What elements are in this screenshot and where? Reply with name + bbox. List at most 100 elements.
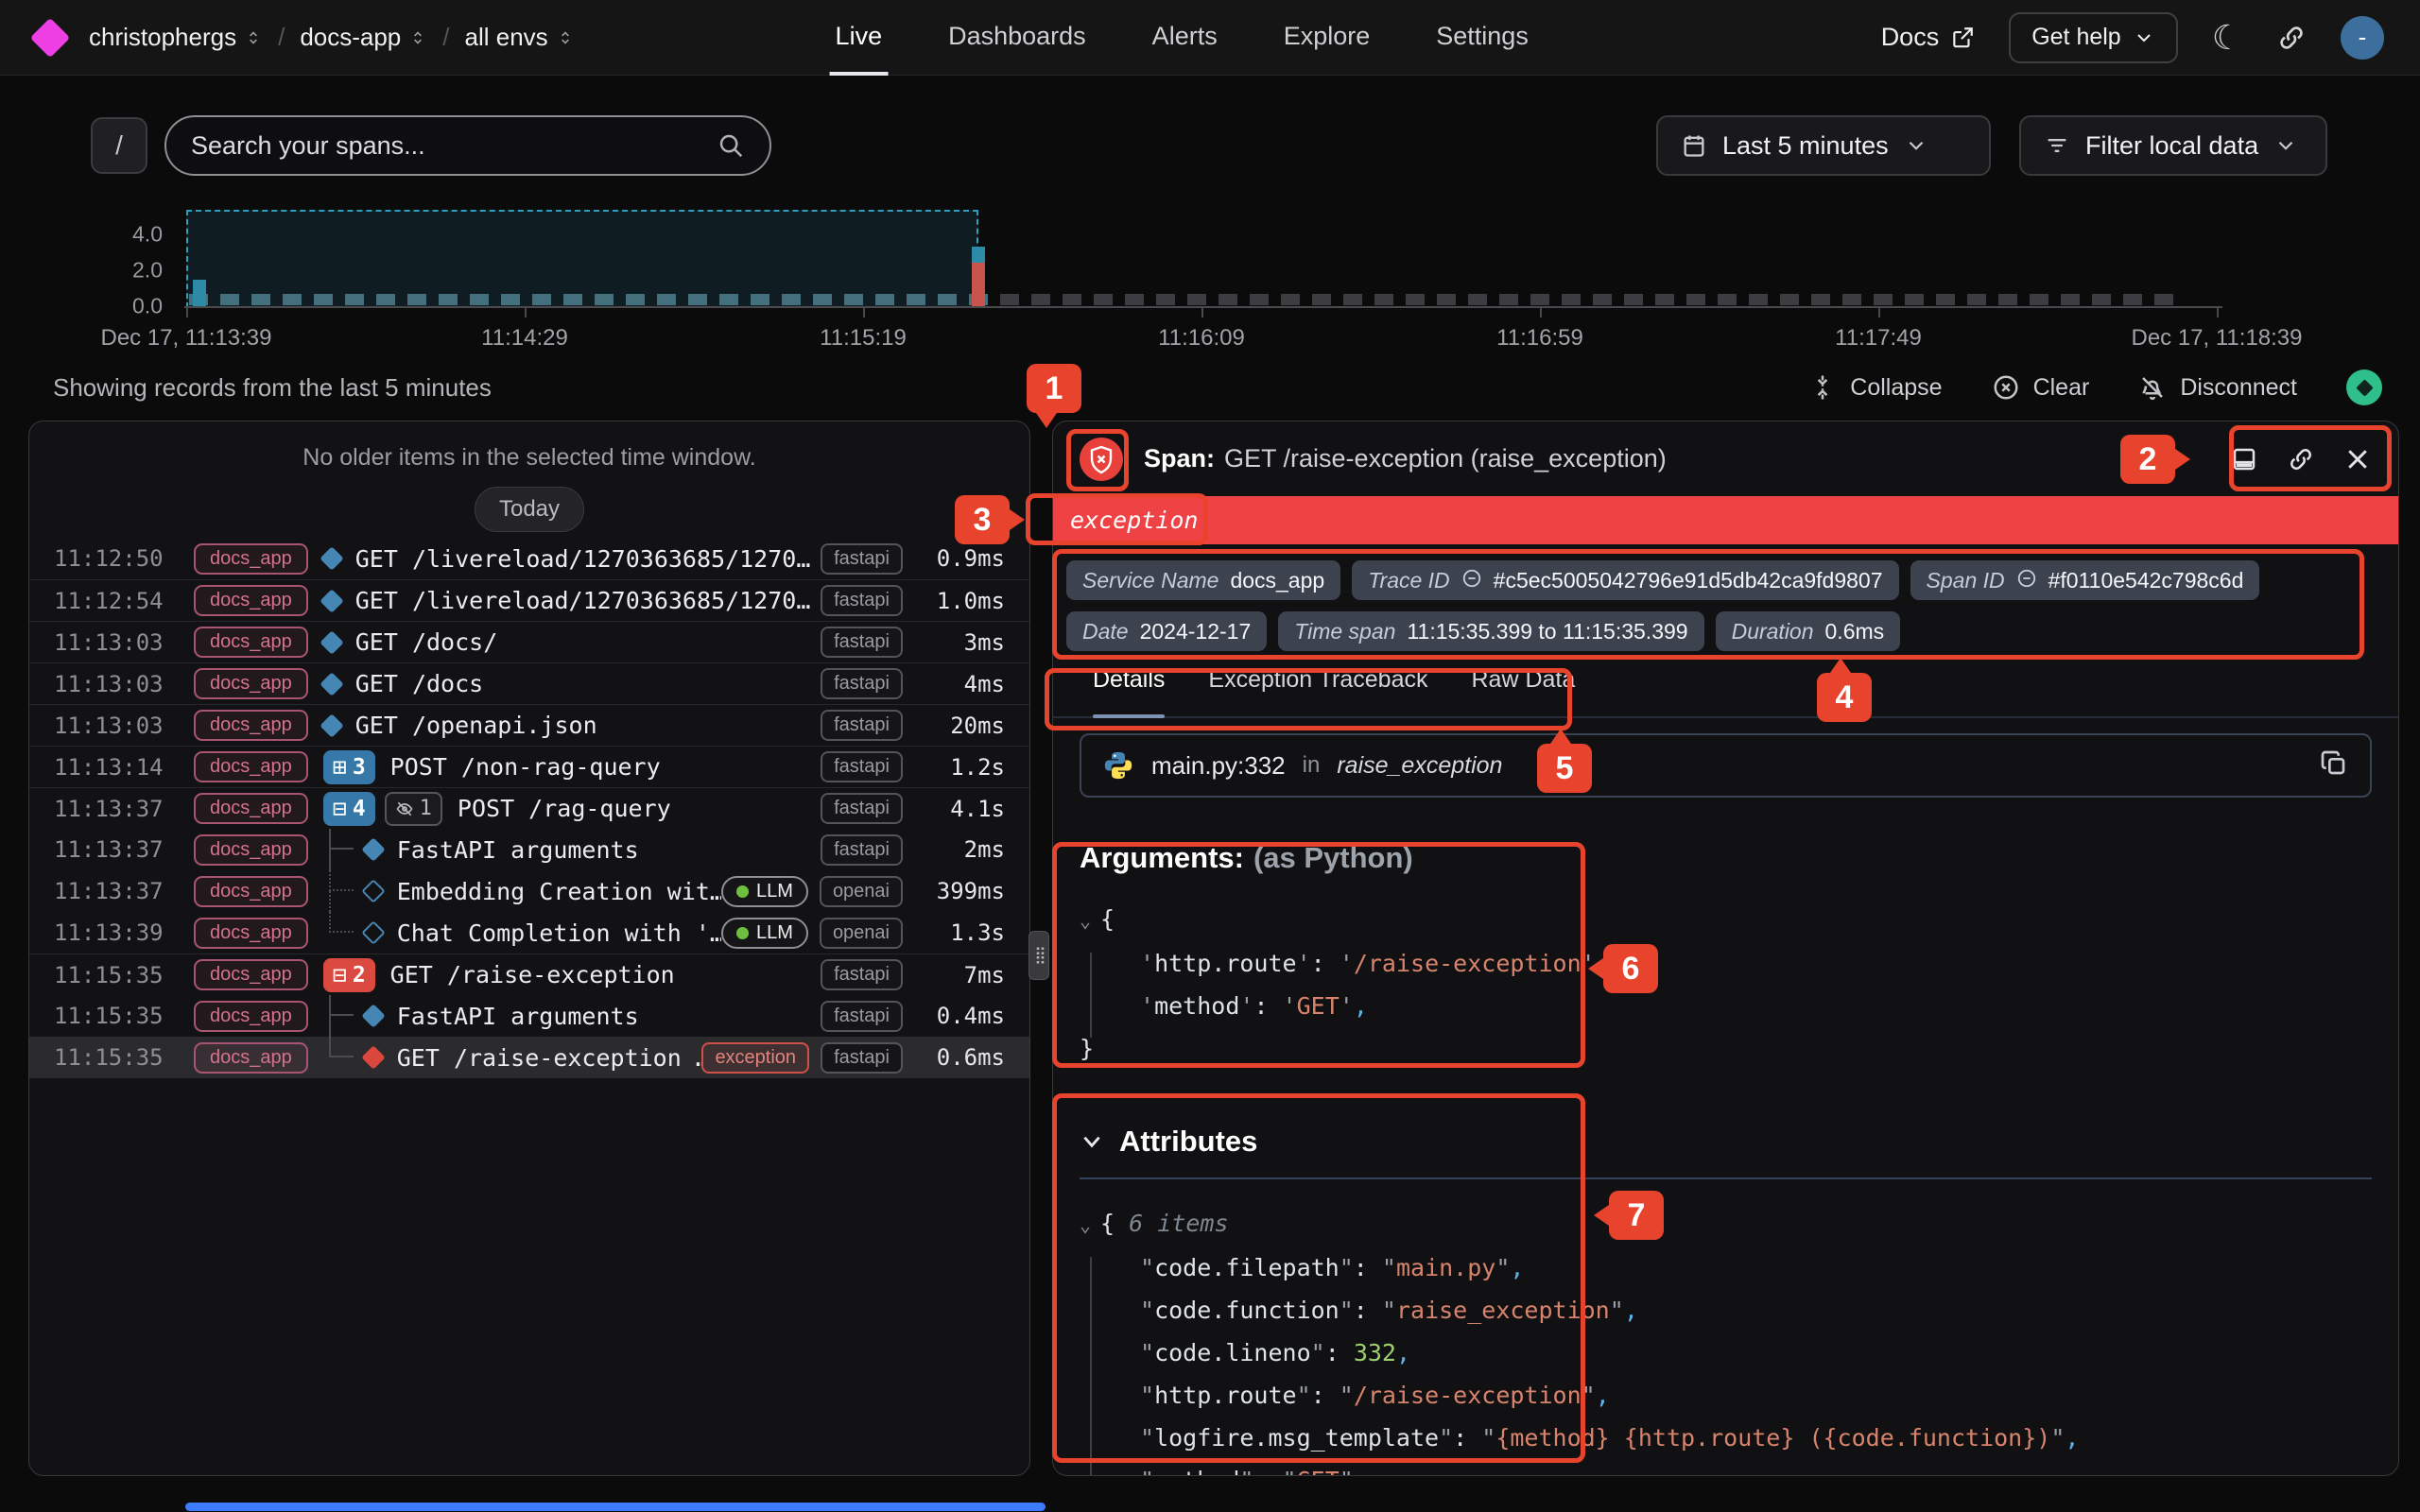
today-button[interactable]: Today (475, 487, 584, 532)
copy-link-icon[interactable] (2287, 445, 2315, 473)
breadcrumb: christophergs / docs-app / all envs (89, 23, 575, 52)
close-icon[interactable] (2343, 445, 2372, 473)
trace-row[interactable]: 11:13:14docs_app⊞3POST /non-rag-queryfas… (29, 746, 1029, 787)
detail-tab-raw-data[interactable]: Raw Data (1472, 666, 1576, 705)
hidden-spans-badge[interactable]: 1 (385, 792, 442, 826)
trace-row[interactable]: 11:12:50docs_appGET /livereload/12703636… (29, 538, 1029, 579)
trace-row[interactable]: 11:13:03docs_appGET /openapi.jsonfastapi… (29, 704, 1029, 746)
metadata-chip-trace-id[interactable]: Trace ID#c5ec5005042796e91d5db42ca9fd980… (1352, 560, 1898, 600)
chip-value: docs_app (1230, 568, 1324, 593)
collapse-children-badge[interactable]: ⊟2 (323, 958, 375, 992)
trace-row[interactable]: 11:13:37docs_app⊟41POST /rag-queryfastap… (29, 787, 1029, 829)
trace-row-time: 11:15:35 (54, 962, 182, 988)
trace-row[interactable]: 11:13:37docs_appFastAPI argumentsfastapi… (29, 829, 1029, 870)
x-axis-tick-mark (1201, 306, 1203, 318)
trace-row[interactable]: 11:13:39docs_appChat Completion with '…L… (29, 912, 1029, 954)
disconnect-button[interactable]: Disconnect (2138, 373, 2297, 402)
trace-row[interactable]: 11:12:54docs_appGET /livereload/12703636… (29, 579, 1029, 621)
scope-tag: fastapi (821, 627, 903, 658)
span-duration: 2ms (914, 836, 1005, 863)
empty-bucket-mark (1936, 294, 1955, 305)
code-line: "code.filepath": "main.py", (1080, 1246, 2372, 1289)
source-file[interactable]: main.py:332 (1151, 751, 1286, 781)
clear-button[interactable]: Clear (1992, 373, 2090, 402)
trace-row[interactable]: 11:13:03docs_appGET /docsfastapi4ms (29, 662, 1029, 704)
tab-live[interactable]: Live (830, 0, 889, 76)
arguments-title: Arguments:(as Python) (1080, 841, 2372, 875)
filter-local-data-button[interactable]: Filter local data (2019, 115, 2327, 176)
search-input[interactable] (191, 131, 717, 161)
org-selector[interactable]: christophergs (89, 23, 263, 52)
trace-row[interactable]: 11:15:35docs_appGET /raise-exception …ex… (29, 1037, 1029, 1078)
scope-tag: fastapi (821, 585, 903, 616)
code-line: 'http.route': '/raise-exception', (1080, 942, 2372, 985)
collapse-children-badge[interactable]: ⊟4 (323, 792, 375, 826)
panel-resize-handle[interactable]: ⣿ (1028, 931, 1049, 980)
env-selector[interactable]: all envs (465, 23, 575, 52)
tree-connector (323, 995, 365, 1037)
span-search (164, 115, 771, 176)
chevron-down-icon (1904, 133, 1928, 158)
trace-row[interactable]: 11:13:37docs_appEmbedding Creation wit…L… (29, 870, 1029, 912)
theme-toggle-moon-icon[interactable]: ☾ (2212, 18, 2242, 58)
trace-row-tree (323, 634, 340, 651)
empty-bucket-mark (2123, 294, 2142, 305)
span-kind-diamond-icon (320, 546, 343, 570)
span-kind-diamond-icon (320, 630, 343, 654)
bell-slash-icon (2138, 373, 2167, 402)
empty-bucket-mark (251, 294, 270, 305)
empty-bucket-mark (1905, 294, 1924, 305)
attributes-header[interactable]: Attributes (1080, 1125, 2372, 1159)
logfire-logo-icon[interactable] (30, 17, 70, 57)
tab-explore[interactable]: Explore (1278, 0, 1376, 76)
tab-dashboards[interactable]: Dashboards (942, 0, 1092, 76)
indent-guide (1090, 1257, 1092, 1476)
scope-tag: fastapi (821, 668, 903, 699)
empty-bucket-mark (751, 294, 769, 305)
disconnect-label: Disconnect (2180, 374, 2297, 402)
copy-icon[interactable] (2319, 748, 2349, 783)
trace-row[interactable]: 11:13:03docs_appGET /docs/fastapi3ms (29, 621, 1029, 662)
live-connection-indicator[interactable] (2346, 369, 2382, 405)
span-name: Embedding Creation wit… (397, 878, 721, 905)
docs-link[interactable]: Docs (1881, 23, 1976, 52)
code-line: 'method': 'GET', (1080, 985, 2372, 1027)
detail-tab-exception-traceback[interactable]: Exception Traceback (1208, 666, 1427, 705)
scope-tag: fastapi (821, 1042, 903, 1074)
child-count: 2 (353, 963, 366, 988)
dock-panel-icon[interactable] (2230, 445, 2258, 473)
scope-tag: fastapi (821, 834, 903, 866)
tab-settings[interactable]: Settings (1430, 0, 1534, 76)
x-axis-tick-mark (186, 306, 188, 318)
exception-banner: exception (1053, 496, 2398, 544)
expand-children-badge[interactable]: ⊞3 (323, 750, 375, 784)
empty-bucket-mark (1780, 294, 1799, 305)
span-timeline-chart[interactable]: 4.02.00.0Dec 17, 11:13:3911:14:2911:15:1… (0, 202, 2420, 353)
avatar[interactable]: - (2341, 16, 2384, 60)
trace-row-tags: exceptionfastapi0.6ms (701, 1042, 1005, 1074)
tab-alerts[interactable]: Alerts (1147, 0, 1223, 76)
bottom-scroll-indicator[interactable] (185, 1503, 1046, 1511)
project-selector[interactable]: docs-app (300, 23, 427, 52)
x-axis-tick-mark (1878, 306, 1880, 318)
time-range-button[interactable]: Last 5 minutes (1656, 115, 1991, 176)
detail-tab-details[interactable]: Details (1093, 666, 1165, 705)
empty-bucket-mark (626, 294, 645, 305)
attributes-code[interactable]: ⌄{ 6 items"code.filepath": "main.py","co… (1080, 1202, 2372, 1476)
trace-row-tags: fastapi0.9ms (821, 543, 1005, 575)
empty-bucket-mark (719, 294, 738, 305)
empty-notice: No older items in the selected time wind… (29, 444, 1029, 472)
trace-row[interactable]: 11:15:35docs_appFastAPI argumentsfastapi… (29, 995, 1029, 1037)
get-help-button[interactable]: Get help (2009, 12, 2178, 63)
empty-bucket-mark (813, 294, 832, 305)
trace-row-time: 11:13:14 (54, 754, 182, 781)
external-link-icon (1950, 26, 1975, 50)
trace-row[interactable]: 11:15:35docs_app⊟2GET /raise-exceptionfa… (29, 954, 1029, 995)
share-link-icon[interactable] (2276, 23, 2307, 53)
arguments-code[interactable]: ⌄{'http.route': '/raise-exception','meth… (1080, 898, 2372, 1070)
span-detail-header: Span:GET /raise-exception (raise_excepti… (1053, 421, 2398, 496)
metadata-chip-span-id[interactable]: Span ID#f0110e542c798c6d (1910, 560, 2260, 600)
collapse-button[interactable]: Collapse (1808, 373, 1942, 402)
metadata-chip-service-name: Service Namedocs_app (1066, 560, 1340, 600)
span-detail-panel: Span:GET /raise-exception (raise_excepti… (1052, 421, 2399, 1476)
